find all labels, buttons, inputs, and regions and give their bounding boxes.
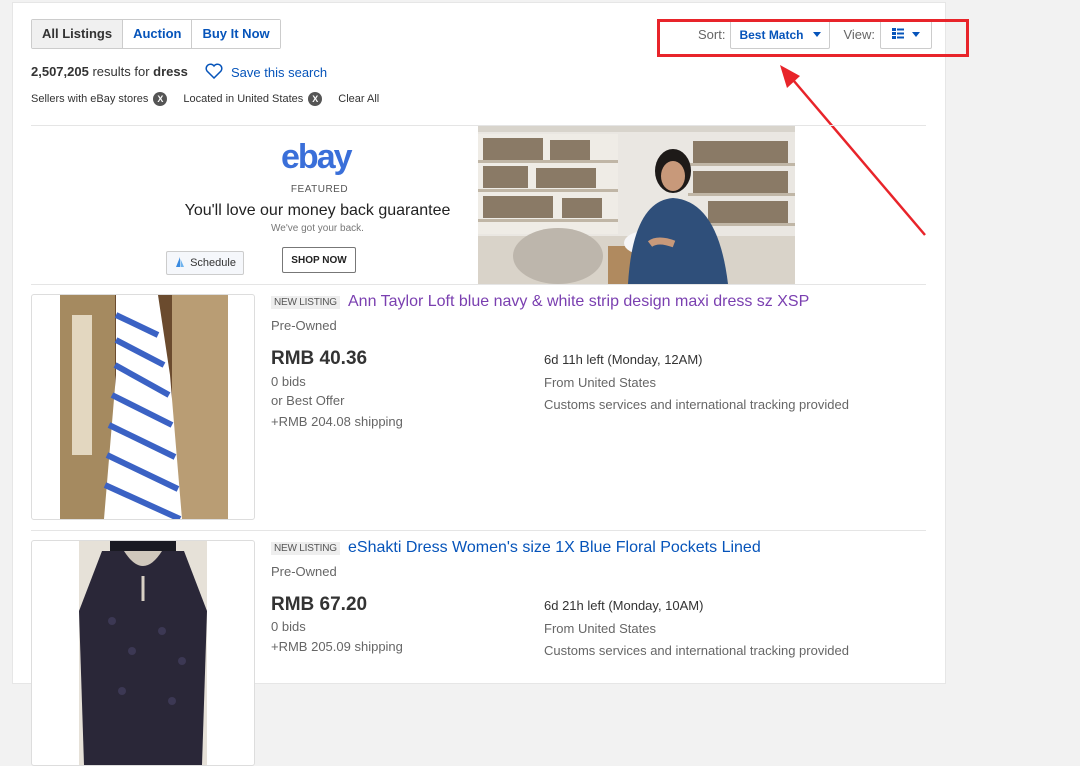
clear-all-link[interactable]: Clear All [338,93,379,105]
listing-best-offer: or Best Offer [271,393,345,408]
listing-location: From United States [544,375,656,390]
results-for-text: results for [92,64,150,79]
remove-filter-icon[interactable]: X [308,92,323,106]
listing-condition: Pre-Owned [271,564,337,579]
results-number: 2,507,205 [31,64,89,79]
tab-all-listings[interactable]: All Listings [32,20,124,48]
remove-filter-icon[interactable]: X [153,92,168,106]
sail-icon [174,256,186,271]
filter-label: Located in United States [183,93,304,105]
save-search-link[interactable]: Save this search [205,63,327,82]
tab-buy-it-now[interactable]: Buy It Now [192,20,280,48]
divider [31,530,926,531]
listing-bids: 0 bids [271,374,306,389]
schedule-button[interactable]: Schedule [166,251,244,275]
listing-bids: 0 bids [271,619,306,634]
schedule-label: Schedule [190,257,236,269]
listing-title-link[interactable]: Ann Taylor Loft blue navy & white strip … [348,293,809,311]
tab-auction[interactable]: Auction [123,20,193,48]
search-query: dress [153,64,188,79]
listing-title-link[interactable]: eShakti Dress Women's size 1X Blue Flora… [348,539,761,557]
listing-time-left: 6d 21h left (Monday, 10AM) [544,598,704,613]
listing-item: NEW LISTING Ann Taylor Loft blue navy & … [31,293,926,524]
filter-chip-ebay-stores: Sellers with eBay stores X [31,92,168,106]
listing-shipping: +RMB 204.08 shipping [271,414,403,429]
new-listing-badge: NEW LISTING [271,542,340,555]
divider [31,284,926,285]
featured-ad-banner[interactable]: ebay FEATURED You'll love our money back… [31,126,926,284]
listing-price: RMB 67.20 [271,594,368,615]
listing-shipping: +RMB 205.09 shipping [271,639,403,654]
listing-customs: Customs services and international track… [544,397,849,412]
listing-customs: Customs services and international track… [544,643,849,658]
listing-type-tabs: All Listings Auction Buy It Now [31,19,281,49]
filter-label: Sellers with eBay stores [31,93,149,105]
listing-thumbnail[interactable] [31,294,255,520]
listing-item: NEW LISTING eShakti Dress Women's size 1… [31,539,926,766]
save-search-label: Save this search [231,65,328,80]
listing-condition: Pre-Owned [271,318,337,333]
new-listing-badge: NEW LISTING [271,296,340,309]
ebay-logo: ebay [281,138,353,176]
results-count: 2,507,205 results for dress [31,64,188,79]
listing-time-left: 6d 11h left (Monday, 12AM) [544,352,703,367]
listing-location: From United States [544,621,656,636]
annotation-highlight-box [657,19,969,57]
heart-icon [205,63,223,82]
listing-price: RMB 40.36 [271,348,368,369]
shop-now-button[interactable]: SHOP NOW [282,247,356,273]
applied-filters: Sellers with eBay stores X Located in Un… [31,92,379,106]
listing-thumbnail[interactable] [31,540,255,766]
filter-chip-located-us: Located in United States X [183,92,323,106]
ad-photo [478,126,795,284]
